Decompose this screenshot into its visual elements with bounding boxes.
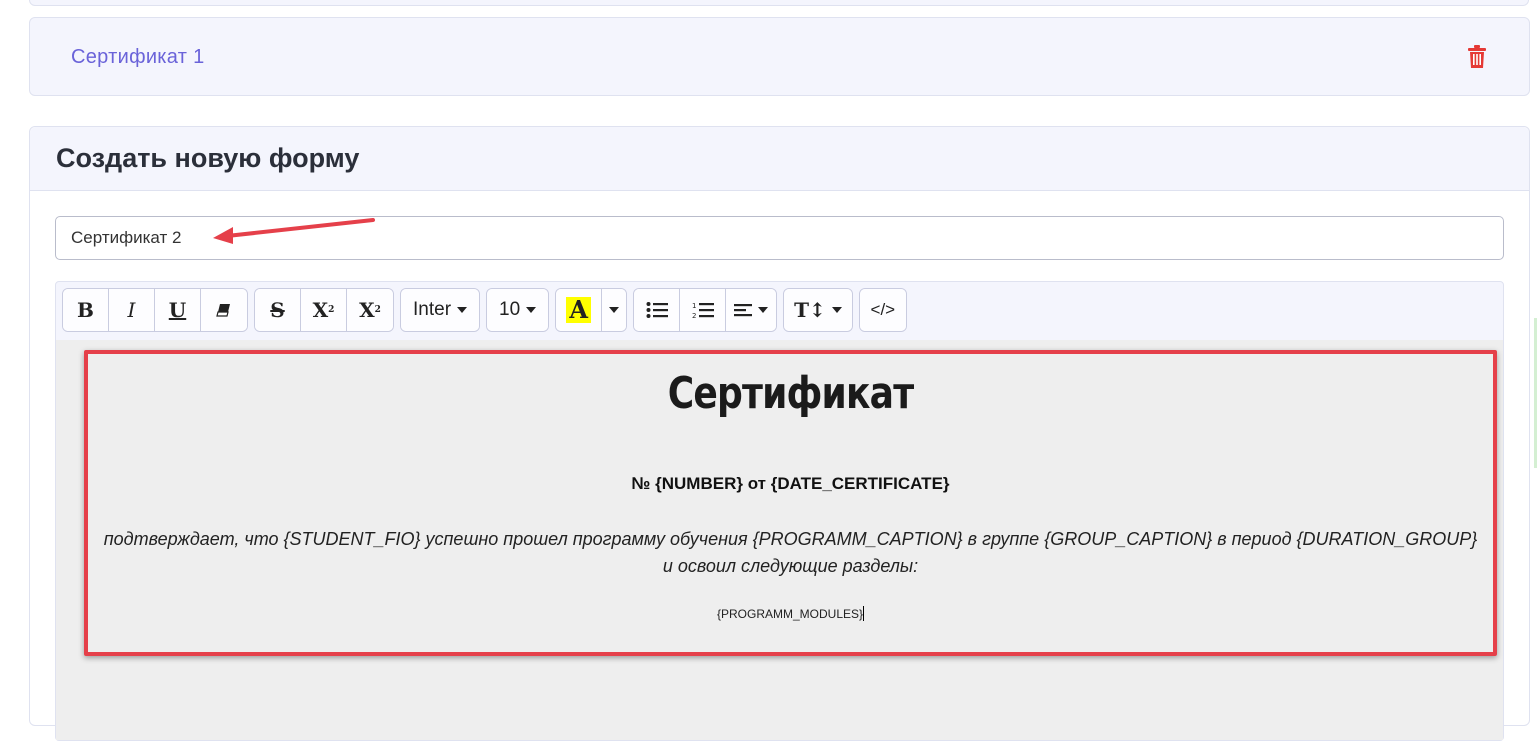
create-form-header: Создать новую форму [30,127,1529,191]
create-form-card: Создать новую форму B I U S X2 X2 Inter … [29,126,1530,741]
font-size-select[interactable]: 10 [487,289,549,331]
chevron-down-icon [526,307,537,313]
subscript-label: X [359,298,375,322]
previous-card-edge [29,0,1529,6]
font-family-select[interactable]: Inter [401,289,480,331]
rich-text-editor: B I U S X2 X2 Inter 10 A 1 2 T↕ </> Серт… [55,281,1504,741]
eraser-icon [216,304,230,317]
superscript-mark: 2 [328,305,335,315]
align-dropdown[interactable] [726,289,777,331]
subscript-button[interactable]: X2 [347,289,393,331]
code-view-group: </> [858,288,907,332]
chevron-down-icon [758,307,769,313]
bullet-list-icon [646,302,668,318]
color-dropdown-toggle[interactable] [602,289,627,331]
modules-placeholder: {PROGRAMM_MODULES} [716,607,864,621]
text-cursor [863,606,865,621]
strikethrough-button[interactable]: S [255,289,301,331]
numbered-list-icon: 12 [692,302,714,319]
color-group: A [555,288,628,332]
list-group: 12 [633,288,778,332]
font-size-dropdown[interactable]: 10 [486,288,550,332]
svg-text:1: 1 [692,302,696,310]
document-body-text: подтверждает, что {STUDENT_FIO} успешно … [103,529,1478,576]
font-size-value: 10 [499,299,521,320]
chevron-down-icon [457,307,468,313]
svg-text:2: 2 [692,312,696,319]
line-height-label: T↕ [794,298,826,322]
font-style-group: B I U [62,288,248,332]
editor-content[interactable]: Сертификат № {NUMBER} от {DATE_CERTIFICA… [56,340,1503,740]
document-number-line: № {NUMBER} от {DATE_CERTIFICATE} [631,474,950,493]
chevron-down-icon [831,307,842,313]
chevron-down-icon [609,307,620,313]
underline-button[interactable]: U [155,289,201,331]
trash-icon[interactable] [1467,45,1487,69]
form-name-input[interactable] [55,216,1504,260]
document-modules: {PROGRAMM_MODULES} [88,606,1493,621]
font-effects-group: S X2 X2 [254,288,394,332]
highlight-color-button[interactable]: A [556,289,603,331]
line-height-select[interactable]: T↕ [784,289,852,331]
superscript-button[interactable]: X2 [301,289,347,331]
form-item-title[interactable]: Сертификат 1 [71,46,205,69]
clear-format-button[interactable] [201,289,247,331]
editor-toolbar: B I U S X2 X2 Inter 10 A 1 2 T↕ </> [62,288,907,334]
line-height-dropdown[interactable]: T↕ [783,288,853,332]
superscript-label: X [312,298,329,322]
bold-button[interactable]: B [63,289,109,331]
italic-button[interactable]: I [109,289,155,331]
font-family-dropdown[interactable]: Inter [400,288,481,332]
subscript-mark: 2 [374,305,381,315]
create-form-title: Создать новую форму [56,143,360,173]
highlight-label: A [566,297,591,323]
numbered-list-button[interactable]: 12 [680,289,727,331]
form-list-item[interactable]: Сертификат 1 [29,17,1530,96]
code-view-button[interactable]: </> [859,289,906,331]
highlight-frame: Сертификат № {NUMBER} от {DATE_CERTIFICA… [84,350,1497,656]
document-title: Сертификат [667,368,914,419]
bullet-list-button[interactable] [634,289,681,331]
align-left-icon [734,304,753,317]
font-family-value: Inter [413,299,452,320]
